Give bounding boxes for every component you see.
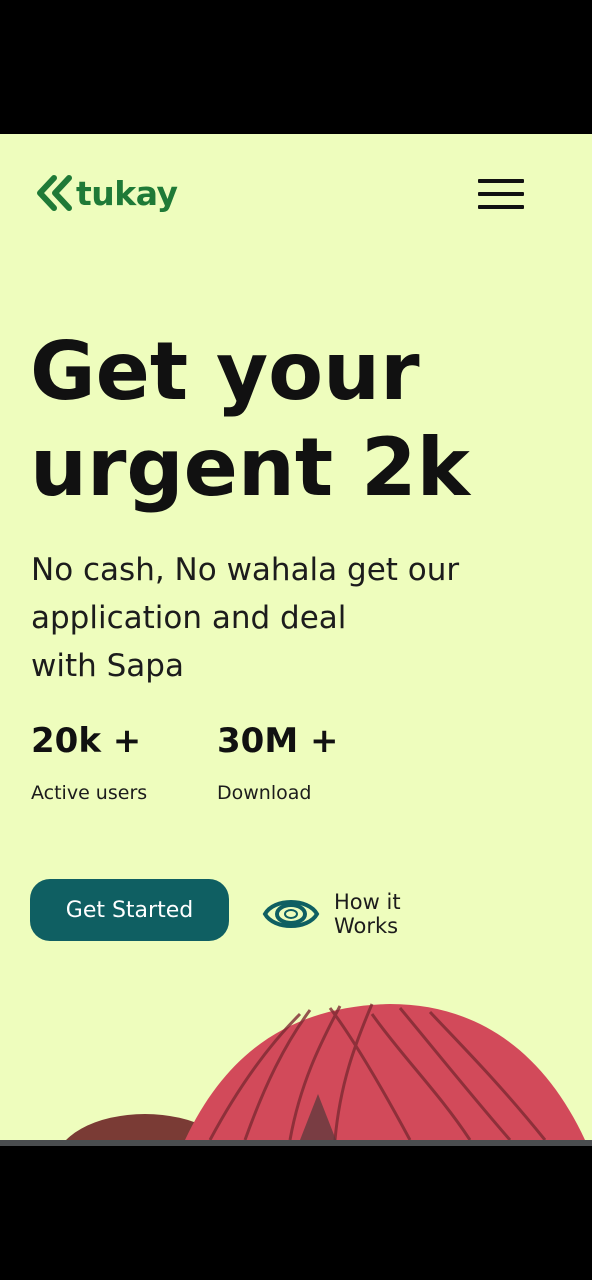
brand-logo[interactable]: tukay: [36, 173, 178, 213]
stat-value: 20k +: [31, 721, 142, 761]
illustration-red-shape: [185, 1004, 585, 1140]
stat-label: Download: [217, 782, 312, 804]
how-it-works-label: How it Works: [334, 890, 434, 938]
menu-bar: [478, 179, 524, 183]
hero-subtitle: No cash, No wahala get our application a…: [31, 546, 551, 690]
headline-line: Get your: [30, 325, 420, 418]
subtitle-line: application and deal: [31, 600, 347, 636]
how-it-works-line: Works: [334, 914, 399, 938]
menu-bar: [478, 205, 524, 209]
how-it-works-line: How it: [334, 890, 401, 914]
double-chevron-logo-icon: [37, 175, 72, 211]
logo-text: tukay: [76, 173, 178, 213]
how-it-works-link[interactable]: How it Works: [262, 890, 434, 938]
hero-illustration: [66, 1003, 585, 1140]
subtitle-line: with Sapa: [31, 648, 184, 684]
stat-downloads: 30M + Download: [217, 724, 338, 804]
hero-headline: Get your urgent 2k: [30, 324, 570, 516]
menu-bar: [478, 192, 524, 196]
hamburger-menu-icon[interactable]: [478, 179, 524, 211]
stat-label: Active users: [31, 782, 148, 804]
app-screen: tukay Get your urgent 2k No cash, No wah…: [0, 134, 592, 1140]
stat-active-users: 20k + Active users: [31, 724, 147, 804]
headline-line: urgent 2k: [30, 421, 470, 514]
subtitle-line: No cash, No wahala get our: [31, 552, 460, 588]
eye-icon: [262, 900, 320, 928]
stat-value: 30M +: [217, 721, 339, 761]
bottom-divider: [0, 1140, 592, 1146]
get-started-button[interactable]: Get Started: [30, 879, 229, 941]
